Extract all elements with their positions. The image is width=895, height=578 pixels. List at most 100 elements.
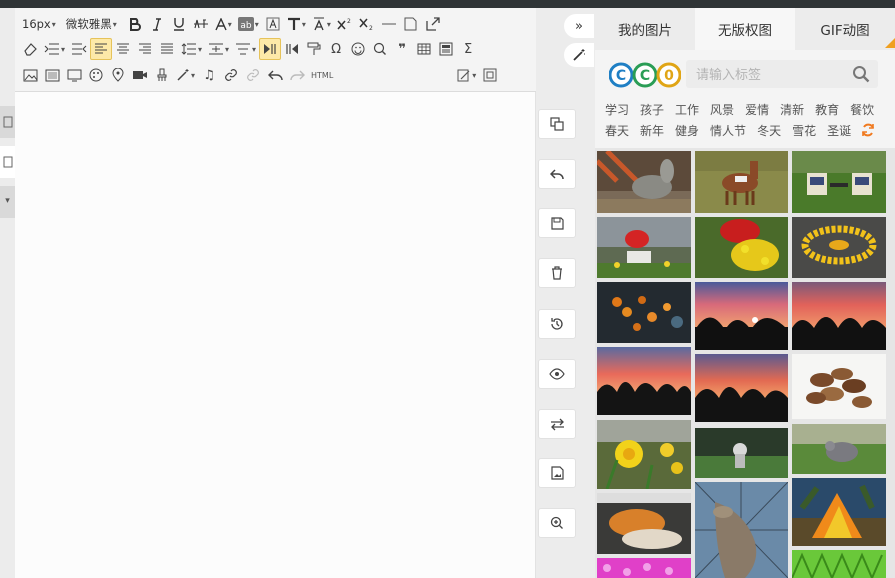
left-tab-3[interactable]: ▾ [0, 186, 15, 218]
search-replace-button[interactable] [369, 38, 391, 60]
tag-item[interactable]: 情人节 [710, 122, 746, 140]
link-button[interactable] [220, 64, 242, 86]
font-family-select[interactable]: 微软雅黑 [63, 13, 120, 35]
refresh-icon[interactable] [861, 123, 875, 137]
gallery-image-sunset-field[interactable] [597, 347, 691, 415]
gallery-image-red-pot[interactable] [695, 217, 788, 278]
gallery-image-flower-circle[interactable] [792, 217, 886, 278]
ltr-button[interactable] [259, 38, 282, 60]
gallery-image-bonfire[interactable] [792, 478, 886, 546]
image-insert-button[interactable] [538, 458, 576, 488]
quote-button[interactable]: ❞ [391, 38, 413, 60]
save-button[interactable] [538, 208, 576, 238]
tag-item[interactable]: 孩子 [640, 101, 664, 119]
rtl-button[interactable] [281, 38, 303, 60]
gallery-image-pony[interactable] [695, 151, 788, 213]
font-size-select[interactable]: 16px [19, 13, 59, 35]
line-height-select[interactable] [178, 38, 205, 60]
tag-item[interactable]: 工作 [675, 101, 699, 119]
paragraph-format-select[interactable] [232, 38, 259, 60]
undo-button[interactable] [264, 64, 286, 86]
preview-frame-button[interactable] [479, 64, 501, 86]
tag-item[interactable]: 爱情 [745, 101, 769, 119]
template-button[interactable] [435, 38, 457, 60]
tag-item[interactable]: 圣诞 [827, 122, 851, 140]
superscript-button[interactable]: 2 [334, 13, 356, 35]
tag-item[interactable]: 冬天 [757, 122, 781, 140]
align-center-button[interactable] [112, 38, 134, 60]
tag-item[interactable]: 清新 [780, 101, 804, 119]
special-char-button[interactable]: Ω [325, 38, 347, 60]
text-border-button[interactable] [262, 13, 284, 35]
highlight-button[interactable]: ab [235, 13, 262, 35]
edit-area[interactable] [15, 92, 536, 578]
font-color-button[interactable] [212, 13, 235, 35]
magic-button[interactable] [173, 64, 198, 86]
scrawl-button[interactable] [85, 64, 107, 86]
subscript-button[interactable]: 2 [356, 13, 378, 35]
align-left-button[interactable] [90, 38, 113, 60]
left-tab-2[interactable] [0, 146, 15, 178]
tag-item[interactable]: 健身 [675, 122, 699, 140]
edit-mode-select[interactable] [454, 64, 479, 86]
indent-select[interactable] [41, 38, 68, 60]
tag-search-input[interactable] [686, 60, 846, 88]
image-button[interactable] [19, 64, 41, 86]
format-painter-button[interactable] [303, 38, 325, 60]
gallery-image-person-field[interactable] [695, 428, 788, 478]
zoom-button[interactable] [538, 508, 576, 538]
unlink-button[interactable] [242, 64, 264, 86]
html-button[interactable]: HTML [308, 64, 336, 86]
delete-button[interactable] [538, 258, 576, 288]
text-size-button[interactable] [309, 13, 334, 35]
gallery-image-sunset-1[interactable] [695, 282, 788, 350]
clear-format-button[interactable] [151, 64, 173, 86]
gallery-image-chairs[interactable] [792, 151, 886, 213]
emoji-button[interactable] [347, 38, 369, 60]
tag-item[interactable]: 春天 [605, 122, 629, 140]
undo-side-button[interactable] [538, 159, 576, 189]
gallery-image-sunset-3[interactable] [695, 354, 788, 422]
paragraph-spacing-select[interactable] [205, 38, 232, 60]
tag-item[interactable]: 教育 [815, 101, 839, 119]
left-tab-1[interactable] [0, 106, 15, 138]
tab-my-images[interactable]: 我的图片 [595, 8, 695, 50]
tag-item[interactable]: 学习 [605, 101, 629, 119]
gallery-image-berries[interactable] [597, 282, 691, 343]
align-right-button[interactable] [134, 38, 156, 60]
tag-item[interactable]: 餐饮 [850, 101, 874, 119]
video-button[interactable] [129, 64, 151, 86]
collapse-panel-button[interactable]: » [564, 14, 594, 38]
gallery-image-sunset-2[interactable] [792, 282, 886, 350]
gallery-image-daffodils[interactable] [597, 420, 691, 489]
text-style-button[interactable] [284, 13, 309, 35]
formula-button[interactable]: Σ [457, 38, 479, 60]
italic-button[interactable] [146, 13, 168, 35]
tag-item[interactable]: 风景 [710, 101, 734, 119]
eraser-button[interactable] [19, 38, 41, 60]
underline-button[interactable] [168, 13, 190, 35]
page-break-button[interactable] [400, 13, 422, 35]
gallery-image-nuts[interactable] [792, 354, 886, 419]
gallery-image-bread[interactable] [597, 493, 691, 554]
tab-gif[interactable]: GIF动图 [795, 8, 895, 50]
gallery-image-green-plants[interactable] [792, 550, 886, 578]
gallery-image-pink-flowers[interactable] [597, 558, 691, 578]
tag-item[interactable]: 雪花 [792, 122, 816, 140]
redo-button[interactable] [286, 64, 308, 86]
gallery-image-pigeon[interactable] [792, 424, 886, 474]
multi-image-button[interactable] [41, 64, 63, 86]
copy-button[interactable] [538, 109, 576, 139]
preview-button[interactable] [538, 359, 576, 389]
tag-item[interactable]: 新年 [640, 122, 664, 140]
horizontal-line-button[interactable] [378, 13, 400, 35]
table-button[interactable] [413, 38, 435, 60]
fullscreen-button[interactable] [422, 13, 444, 35]
outdent-button[interactable] [68, 38, 90, 60]
gallery-image-mailbox[interactable] [597, 217, 691, 278]
search-icon[interactable] [852, 65, 870, 83]
magic-wand-panel-button[interactable] [564, 43, 594, 67]
music-button[interactable]: ♫ [198, 64, 220, 86]
map-button[interactable] [107, 64, 129, 86]
gallery-image-dragon[interactable] [695, 482, 788, 578]
